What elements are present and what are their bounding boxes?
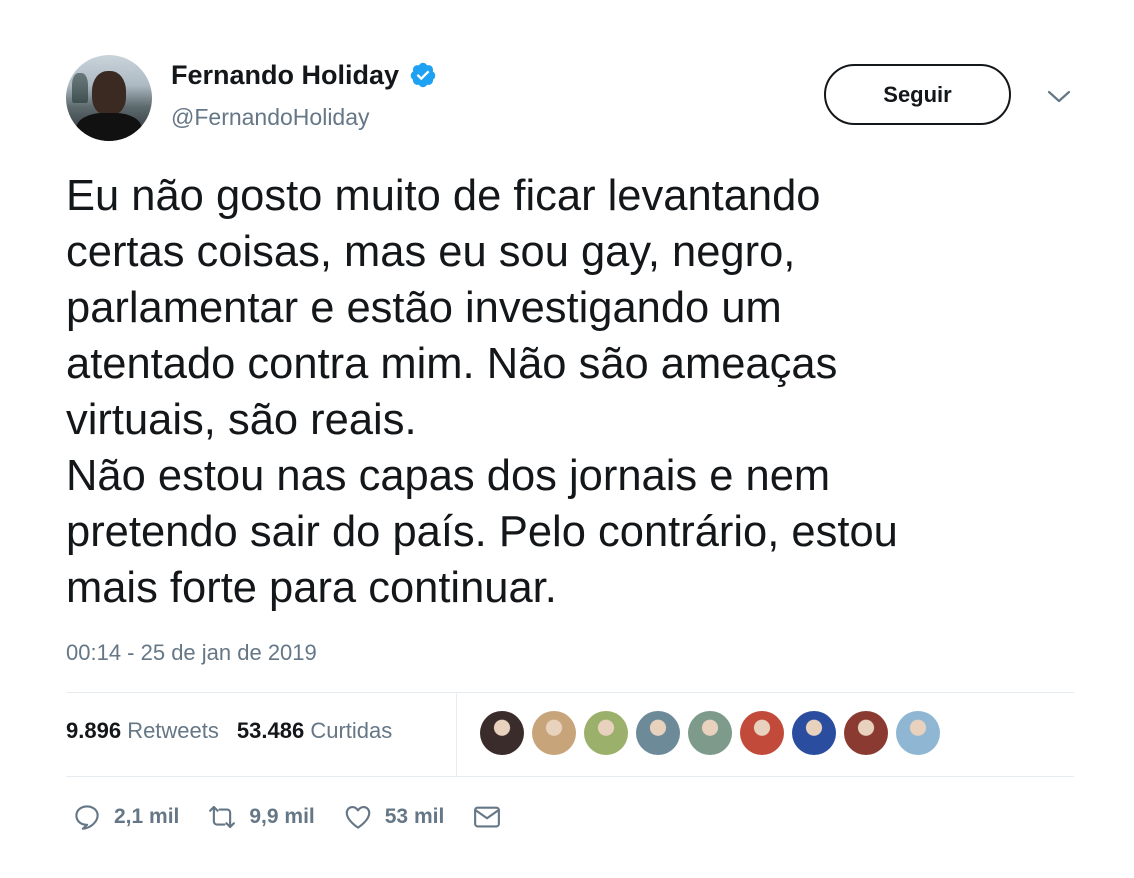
- reply-button[interactable]: 2,1 mil: [72, 802, 179, 832]
- liker-avatar[interactable]: [480, 711, 524, 755]
- liker-avatar[interactable]: [584, 711, 628, 755]
- chevron-down-icon[interactable]: [1046, 88, 1072, 106]
- tweet-timestamp[interactable]: 00:14 - 25 de jan de 2019: [66, 638, 317, 668]
- like-button[interactable]: 53 mil: [343, 802, 445, 832]
- liker-avatar[interactable]: [688, 711, 732, 755]
- author-handle[interactable]: @FernandoHoliday: [171, 102, 370, 132]
- stats-divider: [456, 693, 457, 776]
- follow-button[interactable]: Seguir: [824, 64, 1011, 125]
- heart-icon: [345, 805, 371, 829]
- liker-avatar[interactable]: [844, 711, 888, 755]
- retweets-count: 9.896: [66, 718, 122, 743]
- author-name-row[interactable]: Fernando Holiday: [171, 58, 437, 92]
- liker-avatar[interactable]: [532, 711, 576, 755]
- likes-stat[interactable]: 53.486 Curtidas: [237, 716, 392, 746]
- reply-count: 2,1 mil: [114, 805, 180, 828]
- reply-icon: [75, 805, 99, 830]
- liker-avatar[interactable]: [792, 711, 836, 755]
- avatar-background-palm: [72, 73, 88, 103]
- tweet-line: atentado contra mim. Não são ameaças: [66, 340, 838, 388]
- verified-badge-icon: [410, 62, 436, 88]
- tweet-actions: 2,1 mil 9,9 mil 53 mil: [72, 802, 530, 832]
- tweet-stats: 9.896 Retweets 53.486 Curtidas: [66, 716, 392, 746]
- like-count: 53 mil: [384, 805, 445, 828]
- liker-avatar[interactable]: [740, 711, 784, 755]
- envelope-icon: [474, 806, 501, 828]
- tweet-text: Eu não gosto muito de ficar levantando c…: [66, 168, 1076, 616]
- author-name[interactable]: Fernando Holiday: [171, 58, 399, 92]
- tweet-line: virtuais, são reais.: [66, 396, 417, 444]
- likes-count: 53.486: [236, 718, 305, 743]
- tweet-line: Não estou nas capas dos jornais e nem: [66, 452, 831, 500]
- retweets-label: Retweets: [127, 718, 219, 743]
- direct-message-button[interactable]: [472, 802, 502, 832]
- retweet-button[interactable]: 9,9 mil: [207, 802, 315, 832]
- tweet-line: Eu não gosto muito de ficar levantando: [66, 172, 821, 220]
- likes-label: Curtidas: [310, 718, 393, 743]
- author-avatar[interactable]: [66, 55, 152, 141]
- liker-avatars: [480, 711, 940, 755]
- liker-avatar[interactable]: [896, 711, 940, 755]
- retweet-count: 9,9 mil: [249, 805, 315, 828]
- avatar-head: [92, 71, 126, 115]
- divider: [66, 692, 1074, 693]
- tweet-line: mais forte para continuar.: [66, 564, 557, 612]
- liker-avatar[interactable]: [636, 711, 680, 755]
- divider: [66, 776, 1074, 777]
- tweet-line: parlamentar e estão investigando um: [66, 284, 782, 332]
- retweets-stat[interactable]: 9.896 Retweets: [66, 716, 219, 746]
- tweet-line: certas coisas, mas eu sou gay, negro,: [66, 228, 796, 276]
- retweet-icon: [209, 805, 236, 829]
- tweet-line: pretendo sair do país. Pelo contrário, e…: [66, 508, 898, 556]
- avatar-torso: [76, 113, 142, 141]
